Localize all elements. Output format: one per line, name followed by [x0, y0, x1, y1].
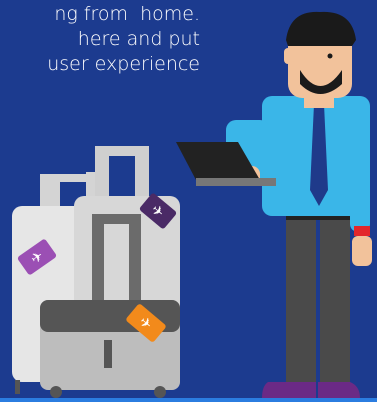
illustration: ✈ ✈ ✈: [12, 11, 372, 398]
person-figure: [222, 11, 372, 398]
bottom-accent-bar: [0, 398, 377, 402]
